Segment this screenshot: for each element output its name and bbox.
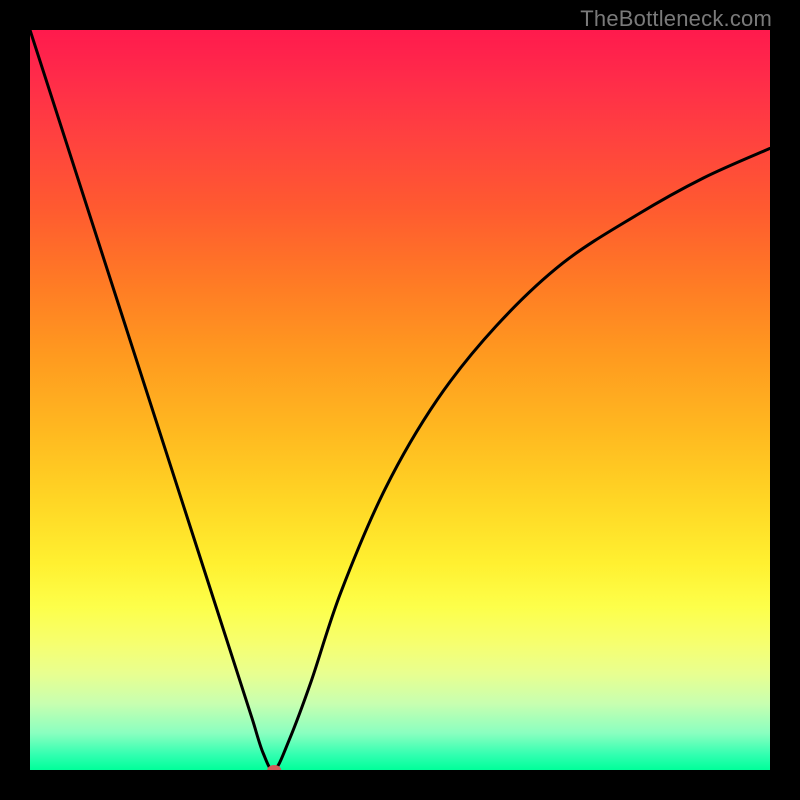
bottleneck-curve-layer <box>30 30 770 770</box>
watermark-text: TheBottleneck.com <box>580 6 772 32</box>
plot-area <box>30 30 770 770</box>
chart-frame: TheBottleneck.com <box>0 0 800 800</box>
minimum-marker <box>267 765 281 770</box>
bottleneck-curve <box>30 30 770 770</box>
